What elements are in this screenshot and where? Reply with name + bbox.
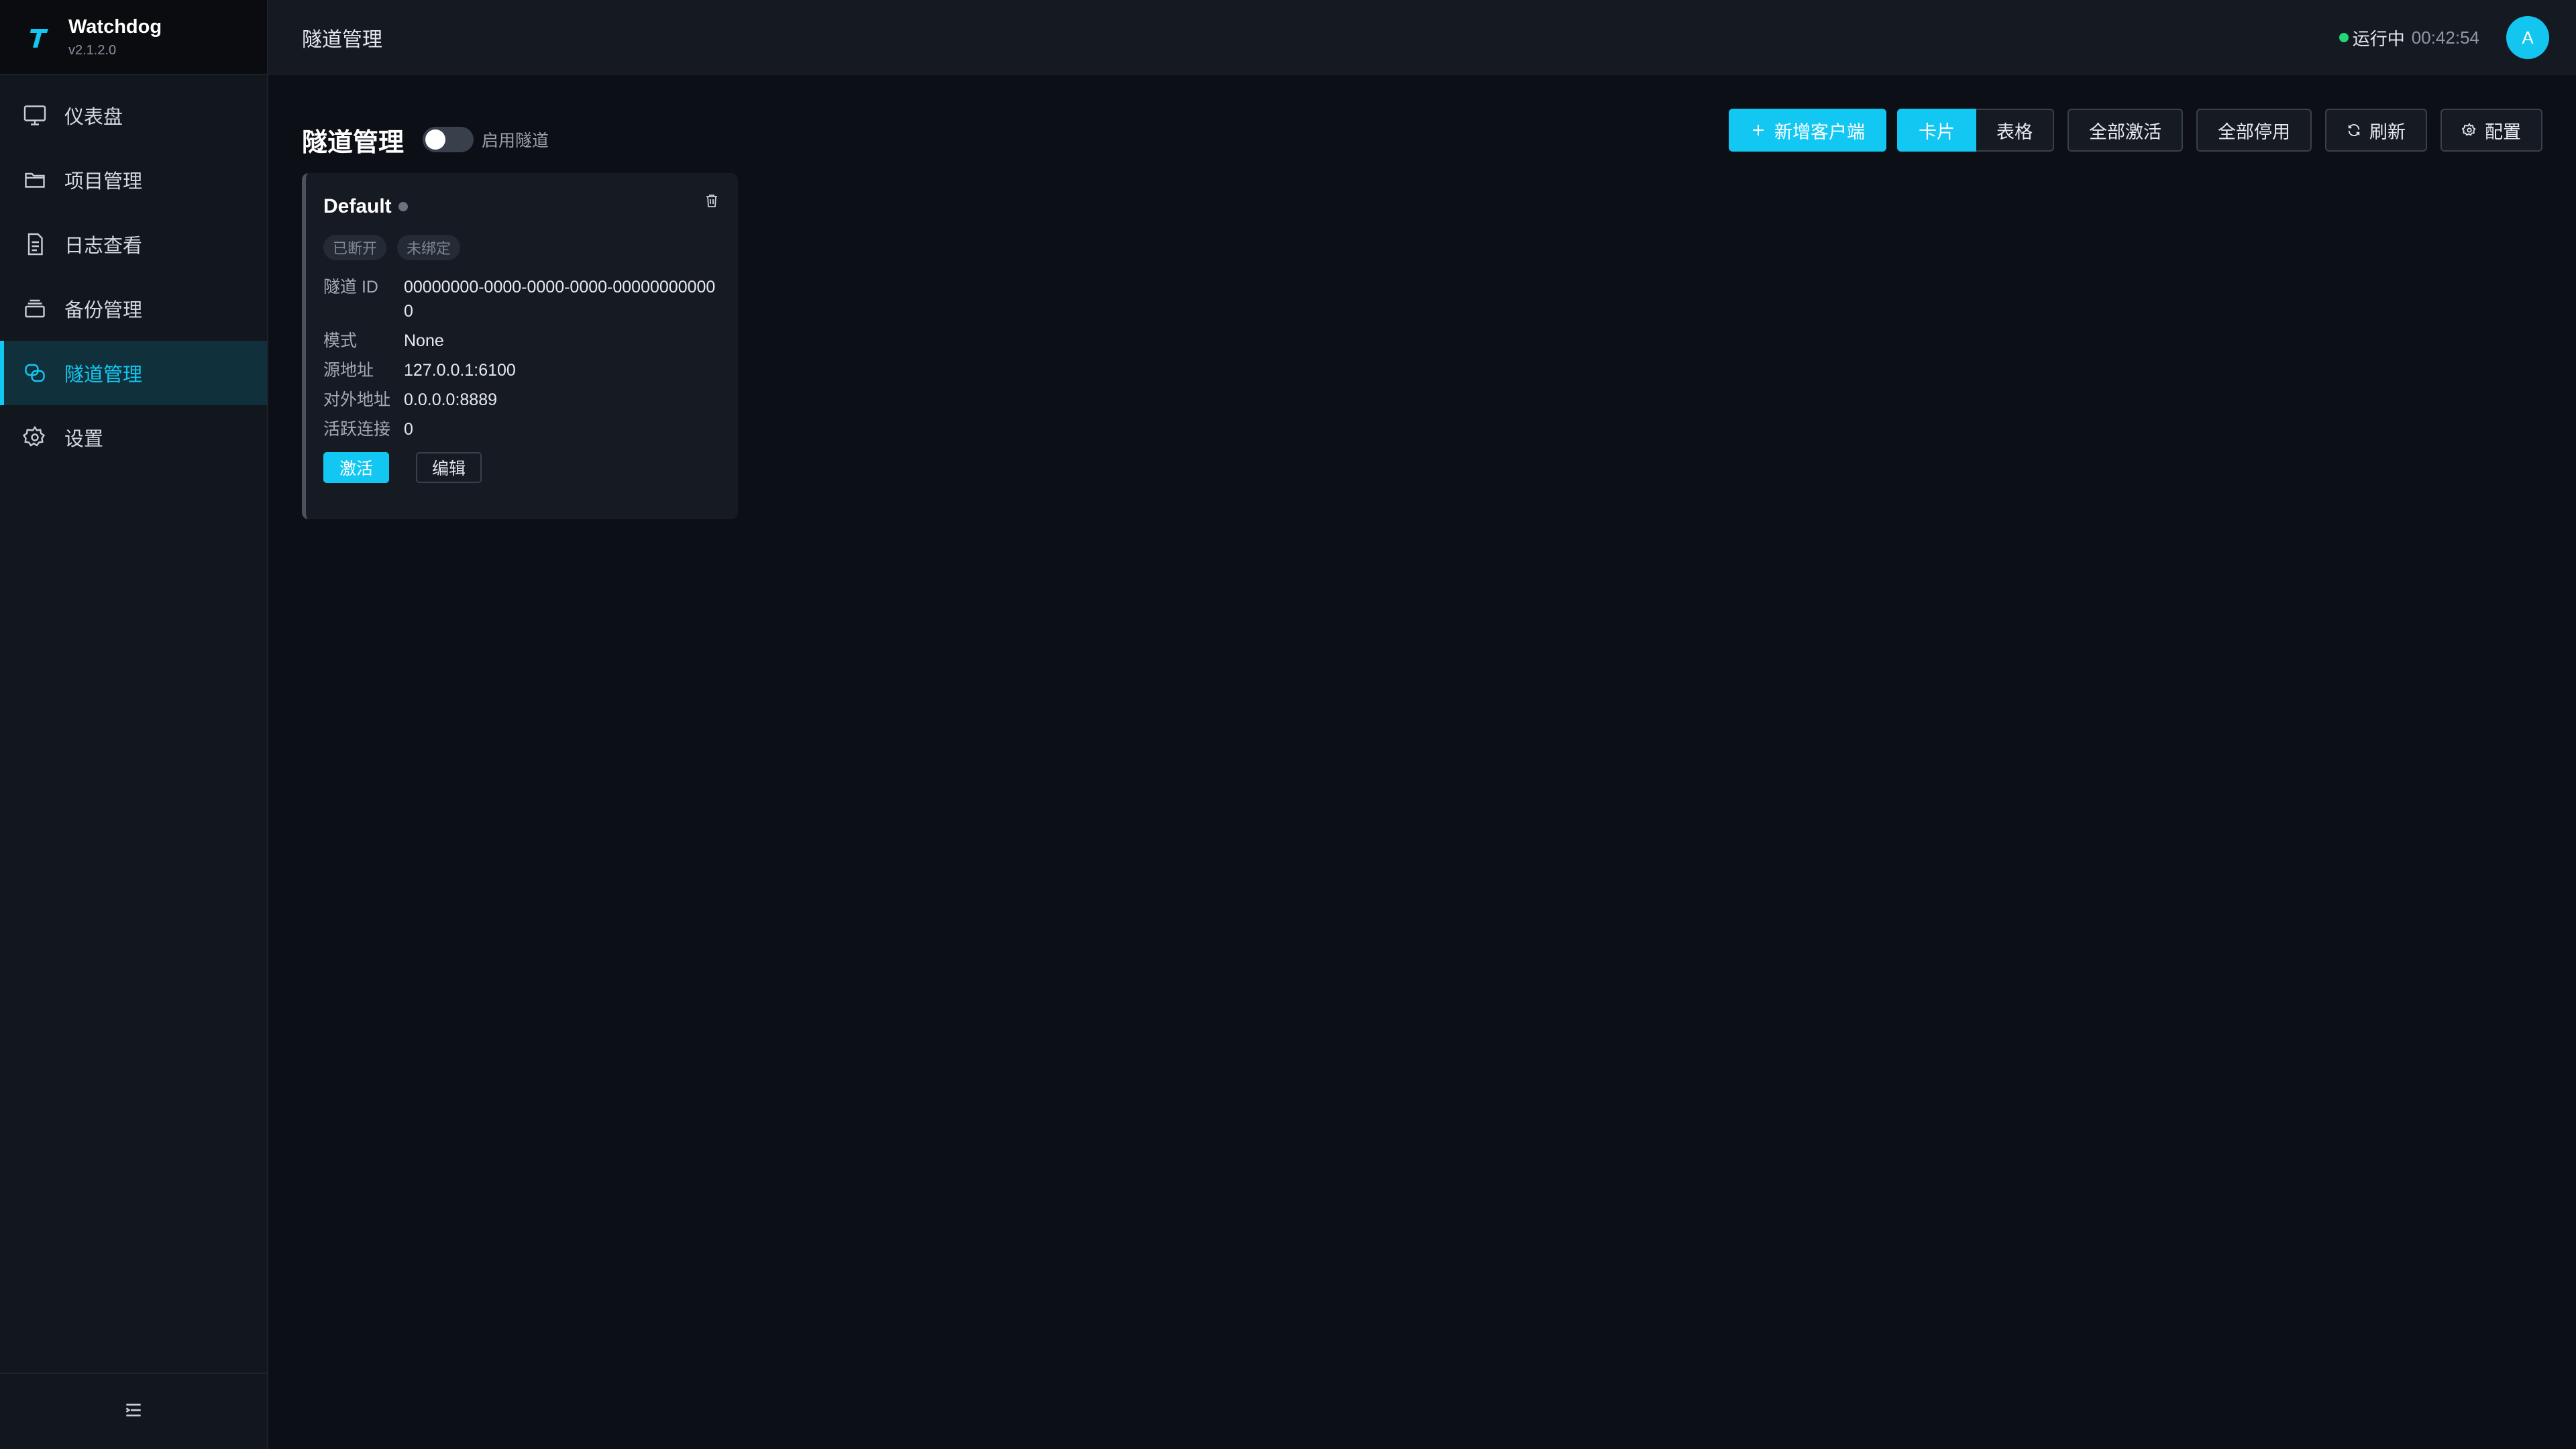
tunnel-fields: 隧道 ID 00000000-0000-0000-0000-0000000000… xyxy=(323,275,738,441)
field-label: 隧道 ID xyxy=(323,278,378,297)
status-badge: 已断开 xyxy=(323,235,387,260)
sidebar-item-dashboard[interactable]: 仪表盘 xyxy=(0,83,267,148)
enable-tunnel-toggle[interactable] xyxy=(423,127,474,152)
sidebar-footer xyxy=(0,1373,267,1449)
config-label: 配置 xyxy=(2485,121,2521,142)
topbar: 隧道管理 运行中 00:42:54 A xyxy=(268,0,2576,75)
sidebar-item-backups[interactable]: 备份管理 xyxy=(0,276,267,341)
refresh-icon xyxy=(2347,123,2361,138)
sidebar-item-settings[interactable]: 设置 xyxy=(0,405,267,470)
status-uptime: 00:42:54 xyxy=(2411,27,2479,48)
status-dot-icon xyxy=(2339,33,2349,42)
main-content: 隧道管理 启用隧道 新增客户端 卡片 表格 全部激活 全部停用 刷新 配置 De… xyxy=(268,75,2576,1449)
field-value: None xyxy=(404,331,444,350)
sidebar-item-logs[interactable]: 日志查看 xyxy=(0,212,267,276)
avatar[interactable]: A xyxy=(2506,16,2549,59)
field-value: 00000000-0000-0000-0000-000000000000 xyxy=(404,278,716,321)
page-header: 隧道管理 启用隧道 xyxy=(302,113,549,166)
status-label: 运行中 xyxy=(2352,28,2405,49)
field-value: 127.0.0.1:6100 xyxy=(404,361,516,380)
connection-status-dot-icon xyxy=(398,202,408,211)
refresh-label: 刷新 xyxy=(2369,121,2406,142)
sidebar-nav: 仪表盘 项目管理 日志查看 备份管理 隧道管理 设置 xyxy=(0,75,267,470)
sidebar-item-label: 设置 xyxy=(64,429,104,450)
tunnel-icon xyxy=(21,360,48,386)
field-label: 源地址 xyxy=(323,361,374,380)
view-card-button[interactable]: 卡片 xyxy=(1897,109,1976,152)
brand-version: v2.1.2.0 xyxy=(68,43,117,58)
sidebar-item-tunnels[interactable]: 隧道管理 xyxy=(0,341,267,405)
sidebar-item-label: 项目管理 xyxy=(64,171,143,193)
field-value: 0 xyxy=(404,420,413,439)
collapse-menu-icon[interactable] xyxy=(123,1399,144,1424)
field-label: 活跃连接 xyxy=(323,420,391,439)
field-tunnel-id: 隧道 ID 00000000-0000-0000-0000-0000000000… xyxy=(323,275,738,323)
add-client-label: 新增客户端 xyxy=(1774,121,1865,142)
field-label: 对外地址 xyxy=(323,390,391,409)
deactivate-all-button[interactable]: 全部停用 xyxy=(2196,109,2312,152)
add-client-button[interactable]: 新增客户端 xyxy=(1729,109,1886,152)
activate-button[interactable]: 激活 xyxy=(323,452,390,483)
field-value: 0.0.0.0:8889 xyxy=(404,390,498,409)
layers-icon xyxy=(21,295,48,322)
card-actions: 激活 编辑 xyxy=(323,452,738,483)
view-switch: 卡片 表格 xyxy=(1897,109,2054,152)
sidebar-item-label: 仪表盘 xyxy=(64,107,123,128)
field-public-address: 对外地址 0.0.0.0:8889 xyxy=(323,388,738,412)
field-mode: 模式 None xyxy=(323,329,738,353)
toolbar: 新增客户端 卡片 表格 全部激活 全部停用 刷新 配置 xyxy=(1729,109,2542,152)
plus-icon xyxy=(1750,122,1766,138)
activate-all-button[interactable]: 全部激活 xyxy=(2068,109,2183,152)
gear-icon xyxy=(2462,123,2477,138)
sidebar-item-label: 隧道管理 xyxy=(64,364,143,386)
sidebar-item-projects[interactable]: 项目管理 xyxy=(0,148,267,212)
runtime-status: 运行中 00:42:54 xyxy=(2339,0,2479,75)
gear-icon xyxy=(21,424,48,451)
field-label: 模式 xyxy=(323,331,358,350)
sidebar-item-label: 日志查看 xyxy=(64,235,143,257)
sidebar: Watchdog v2.1.2.0 仪表盘 项目管理 日志查看 备份管理 隧道管… xyxy=(0,0,268,1449)
enable-tunnel-label: 启用隧道 xyxy=(482,131,549,150)
binding-badge: 未绑定 xyxy=(397,235,461,260)
tunnel-tags: 已断开 未绑定 xyxy=(323,235,738,260)
monitor-icon xyxy=(21,102,48,129)
trash-icon[interactable] xyxy=(702,191,722,211)
tunnel-name: Default xyxy=(323,195,392,217)
field-active-connections: 活跃连接 0 xyxy=(323,417,738,441)
page-title: 隧道管理 xyxy=(302,128,405,157)
edit-button[interactable]: 编辑 xyxy=(416,452,482,483)
brand-name: Watchdog xyxy=(68,16,162,38)
breadcrumb: 隧道管理 xyxy=(302,29,382,51)
sidebar-item-label: 备份管理 xyxy=(64,300,143,321)
watchdog-logo-icon xyxy=(27,21,51,53)
view-table-button[interactable]: 表格 xyxy=(1976,109,2054,152)
document-icon xyxy=(21,231,48,258)
refresh-button[interactable]: 刷新 xyxy=(2325,109,2427,152)
brand[interactable]: Watchdog v2.1.2.0 xyxy=(0,0,267,75)
folder-icon xyxy=(21,166,48,193)
config-button[interactable]: 配置 xyxy=(2440,109,2542,152)
tunnel-card: Default 已断开 未绑定 隧道 ID 00000000-0000-0000… xyxy=(302,173,738,519)
toggle-knob xyxy=(425,129,446,150)
field-source-address: 源地址 127.0.0.1:6100 xyxy=(323,358,738,382)
